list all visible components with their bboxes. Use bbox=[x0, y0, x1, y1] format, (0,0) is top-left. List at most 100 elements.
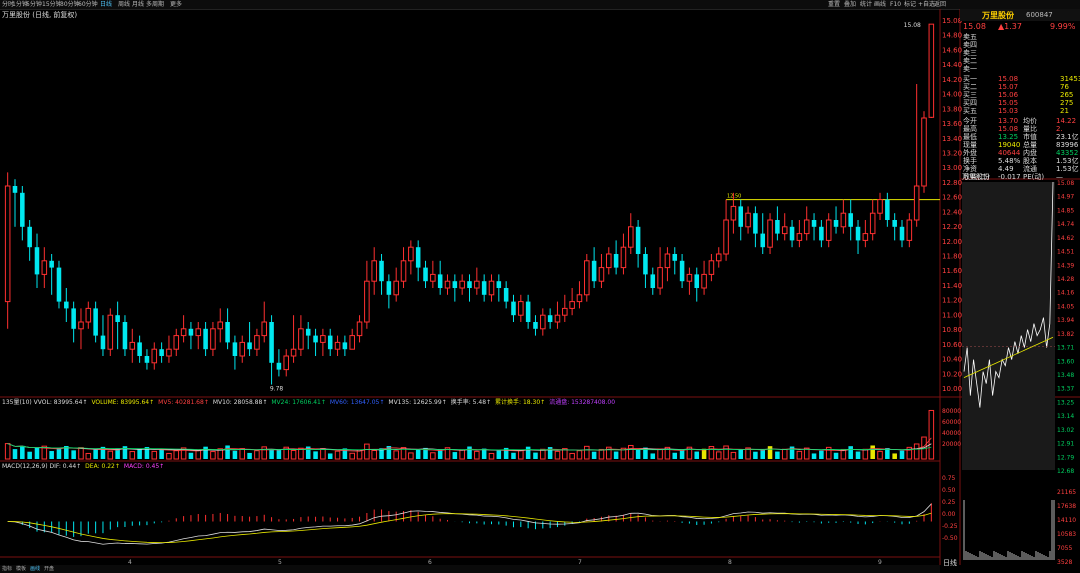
intraday-tick: 14.16 bbox=[1057, 290, 1074, 297]
candle-body-down bbox=[203, 328, 208, 350]
candle-body-down bbox=[503, 288, 509, 302]
candle-body-up bbox=[4, 185, 11, 303]
candle-body-down bbox=[789, 226, 795, 241]
volume-bar bbox=[210, 451, 216, 460]
bottom-tab-2[interactable]: 画线 bbox=[30, 565, 40, 573]
candle-body-down bbox=[27, 226, 32, 248]
volume-bar bbox=[49, 451, 54, 459]
macd-dif-line bbox=[7, 503, 932, 545]
candle-body-up bbox=[921, 117, 927, 187]
candle-body-down bbox=[643, 254, 648, 275]
volume-tick: 60000 bbox=[942, 419, 961, 426]
candle-body-down bbox=[12, 186, 18, 193]
volume-bar bbox=[819, 450, 824, 459]
intraday-vol-tick: 7055 bbox=[1057, 545, 1072, 552]
intraday-tick: 13.02 bbox=[1057, 427, 1074, 434]
candle-body-down bbox=[49, 260, 54, 268]
candle-body-down bbox=[437, 274, 443, 288]
candle-body-up bbox=[869, 212, 876, 235]
candle-body-up bbox=[195, 328, 202, 337]
intraday-tick: 12.68 bbox=[1057, 468, 1074, 475]
candle-body-up bbox=[620, 246, 627, 269]
candle-body-down bbox=[511, 301, 516, 316]
intraday-tick: 14.85 bbox=[1057, 207, 1074, 214]
volume-bar bbox=[657, 448, 663, 460]
bottom-tab-0[interactable]: 指标 bbox=[2, 565, 12, 573]
volume-bar bbox=[753, 451, 758, 459]
macd-tick: 0.25 bbox=[942, 499, 956, 506]
volume-bar bbox=[628, 444, 634, 460]
price-tick: 10.40 bbox=[942, 356, 962, 364]
intraday-tick: 14.39 bbox=[1057, 262, 1074, 269]
candle-body-up bbox=[283, 355, 290, 371]
volume-bar bbox=[225, 445, 230, 459]
intraday-tick: 13.37 bbox=[1057, 386, 1074, 393]
intraday-tick: 14.05 bbox=[1057, 303, 1074, 310]
volume-bar bbox=[349, 452, 355, 460]
volume-bar bbox=[203, 446, 208, 459]
bottom-tab-1[interactable]: 模板 bbox=[16, 565, 26, 573]
volume-bar bbox=[166, 452, 172, 460]
candle-body-down bbox=[379, 260, 384, 282]
volume-bar bbox=[159, 449, 164, 459]
candle-body-down bbox=[775, 220, 780, 234]
candle-body-up bbox=[598, 267, 605, 282]
volume-bar bbox=[408, 452, 414, 460]
volume-bar bbox=[569, 452, 575, 460]
volume-bar bbox=[723, 445, 729, 460]
candle-body-up bbox=[715, 253, 722, 262]
buy-price: 15.03 bbox=[998, 107, 1019, 115]
volume-bar bbox=[511, 452, 516, 459]
candle-body-up bbox=[928, 23, 935, 118]
volume-bar bbox=[650, 453, 656, 459]
candle-body-down bbox=[899, 226, 905, 241]
volume-bar bbox=[467, 446, 472, 459]
candle-body-down bbox=[327, 335, 333, 350]
candle-body-up bbox=[474, 280, 480, 289]
volume-bar bbox=[269, 449, 274, 459]
volume-bar bbox=[796, 450, 803, 460]
candle-body-down bbox=[313, 335, 318, 343]
kline-chart[interactable]: 15.0814.8014.6014.4014.2014.0013.8013.60… bbox=[0, 0, 1080, 573]
macd-tick: -0.25 bbox=[942, 523, 958, 530]
intraday-vol-tick: 3528 bbox=[1057, 559, 1072, 566]
intraday-tick: 14.97 bbox=[1057, 194, 1074, 201]
volume-bar bbox=[12, 449, 18, 459]
candle-body-up bbox=[796, 233, 803, 241]
candle-body-down bbox=[672, 254, 678, 261]
candle-body-down bbox=[650, 274, 656, 288]
candle-body-down bbox=[100, 335, 106, 350]
candle-body-up bbox=[393, 280, 399, 296]
volume-tick: 80000 bbox=[942, 408, 961, 415]
candle-body-up bbox=[745, 212, 751, 228]
candle-body-up bbox=[913, 185, 920, 221]
price-tick: 10.20 bbox=[942, 370, 962, 378]
volume-bar bbox=[34, 447, 40, 459]
price-tick: 12.40 bbox=[942, 208, 962, 216]
bottom-tab-3[interactable]: 开盘 bbox=[44, 565, 54, 573]
volume-bar bbox=[811, 453, 817, 459]
macd-tick: 0.50 bbox=[942, 487, 956, 494]
volume-bar bbox=[276, 449, 282, 459]
candle-body-down bbox=[93, 308, 98, 336]
candle-body-up bbox=[554, 314, 561, 323]
intraday-tick: 12.79 bbox=[1057, 454, 1074, 461]
volume-bar bbox=[899, 450, 905, 459]
volume-bar bbox=[364, 443, 370, 460]
candle-body-down bbox=[452, 281, 458, 288]
price-tick: 11.00 bbox=[942, 311, 962, 319]
candle-body-up bbox=[85, 307, 92, 323]
intraday-tick: 14.51 bbox=[1057, 249, 1074, 256]
volume-tick: 20000 bbox=[942, 441, 961, 448]
candle-body-up bbox=[356, 321, 363, 337]
candle-body-up bbox=[730, 205, 737, 221]
intraday-vol-tick: 17638 bbox=[1057, 503, 1076, 510]
volume-bar bbox=[56, 447, 62, 459]
candle-body-down bbox=[71, 308, 76, 329]
candle-body-up bbox=[107, 314, 114, 350]
candle-body-down bbox=[533, 322, 538, 329]
volume-bar bbox=[430, 452, 436, 460]
candle-body-down bbox=[415, 247, 421, 268]
volume-bar bbox=[459, 449, 465, 460]
candle-body-up bbox=[877, 199, 883, 214]
